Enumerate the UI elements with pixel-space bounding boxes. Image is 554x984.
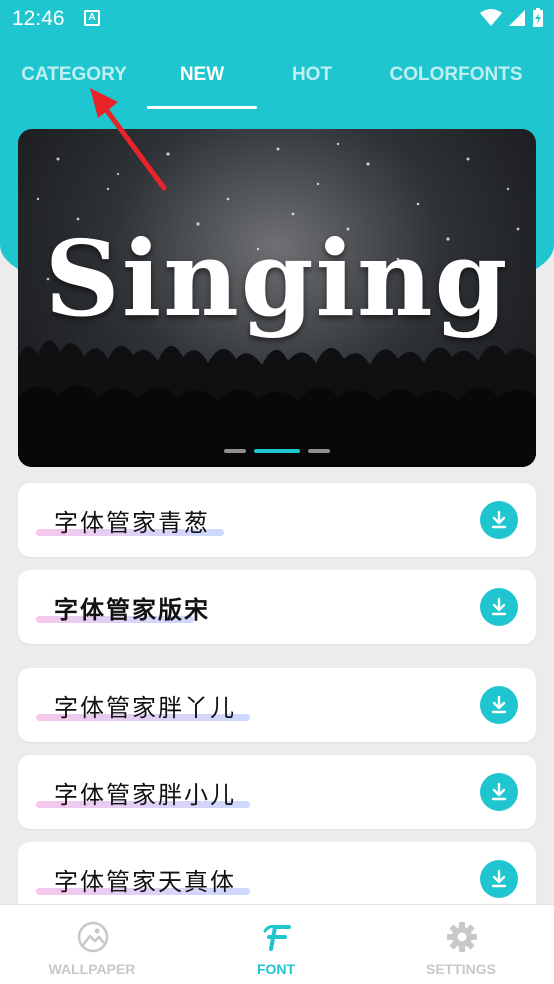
font-icon xyxy=(263,925,291,951)
wifi-icon xyxy=(480,9,502,26)
status-icons xyxy=(480,8,544,28)
crowd-silhouette xyxy=(18,340,536,467)
carousel-dot-active[interactable] xyxy=(254,449,300,453)
font-card[interactable]: 字体管家胖小儿 xyxy=(18,755,536,829)
download-icon xyxy=(491,695,507,714)
download-button[interactable] xyxy=(480,501,518,539)
download-icon xyxy=(491,782,507,801)
download-icon xyxy=(491,510,507,529)
nav-font[interactable]: FONT xyxy=(184,905,368,984)
tab-hot[interactable]: HOT xyxy=(268,52,356,98)
font-card[interactable]: 字体管家版宋 xyxy=(18,570,536,644)
tab-colorfonts[interactable]: COLORFONTS xyxy=(380,52,532,98)
download-button[interactable] xyxy=(480,588,518,626)
font-name: 字体管家胖丫儿 xyxy=(54,694,236,722)
carousel-dot[interactable] xyxy=(308,449,330,453)
download-icon xyxy=(491,869,507,888)
nav-wallpaper[interactable]: WALLPAPER xyxy=(0,905,184,984)
font-name: 字体管家青葱 xyxy=(54,509,210,537)
font-name: 字体管家天真体 xyxy=(54,868,236,896)
download-icon xyxy=(491,597,507,616)
carousel-dot[interactable] xyxy=(224,449,246,453)
red-arrow-annotation xyxy=(90,88,167,191)
wallpaper-icon xyxy=(77,921,109,953)
nav-label: SETTINGS xyxy=(425,961,496,977)
font-name: 字体管家版宋 xyxy=(54,596,210,624)
download-button[interactable] xyxy=(480,686,518,724)
bottom-navigation: WALLPAPER FONT SETTINGS xyxy=(0,904,554,984)
nav-label: FONT xyxy=(256,961,296,977)
nav-label: WALLPAPER xyxy=(48,961,136,977)
download-button[interactable] xyxy=(480,773,518,811)
signal-icon xyxy=(509,10,525,26)
font-card[interactable]: 字体管家青葱 xyxy=(18,483,536,557)
gear-icon xyxy=(447,922,477,952)
font-name: 字体管家胖小儿 xyxy=(54,781,236,809)
font-card[interactable]: 字体管家胖丫儿 xyxy=(18,668,536,742)
status-bar: 12:46 A xyxy=(0,0,554,38)
status-time: 12:46 xyxy=(12,7,65,30)
carousel-indicator xyxy=(18,449,536,453)
download-button[interactable] xyxy=(480,860,518,898)
nav-settings[interactable]: SETTINGS xyxy=(369,905,553,984)
battery-icon xyxy=(533,8,543,27)
top-tabs: CATEGORY NEW HOT COLORFONTS xyxy=(0,52,554,110)
notification-icon: A xyxy=(84,10,100,26)
